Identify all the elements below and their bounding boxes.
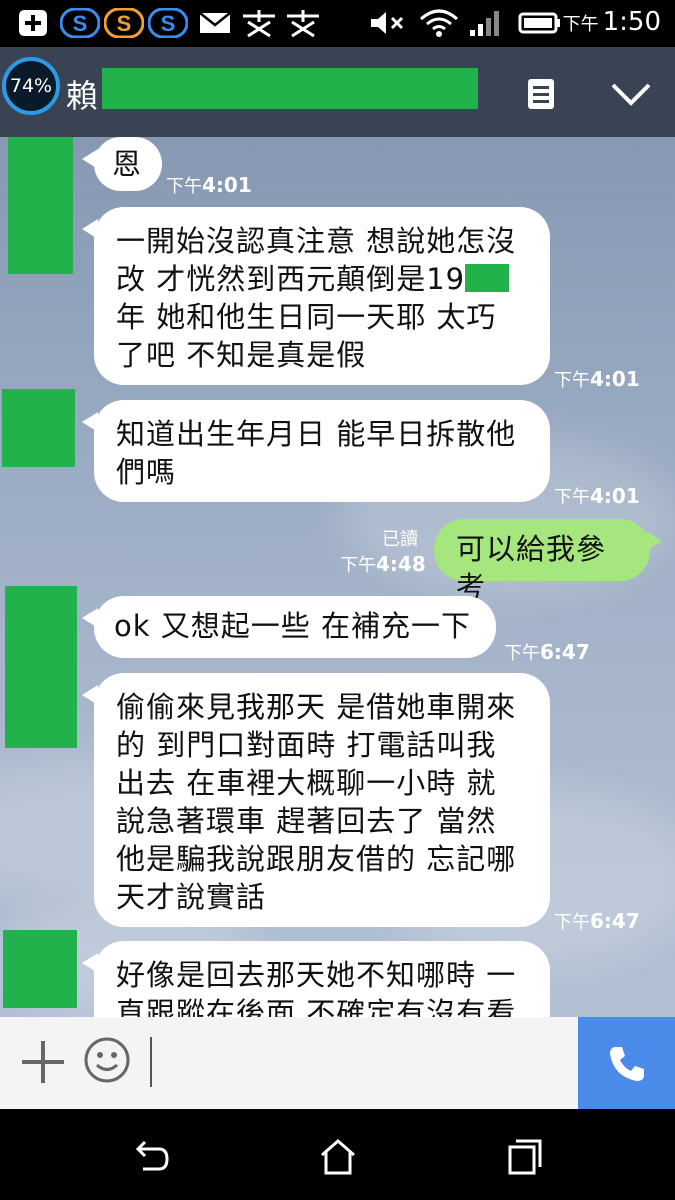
home-icon[interactable] [318,1137,358,1177]
s-app-icon: S [60,8,100,38]
message-time: 下午6:47 [504,640,590,664]
text-caret [150,1037,152,1087]
s-app-icon: S [148,8,188,38]
message-time: 下午4:48 [340,552,426,576]
message-time: 下午4:01 [554,484,640,508]
message-time: 下午4:01 [554,367,640,391]
chat-area[interactable]: 恩 下午4:01 一開始沒認真注意 想說她怎沒 改 才恍然到西元顛倒是19 年 … [0,137,675,1017]
mail-icon [199,12,231,33]
menu-icon[interactable] [526,77,556,111]
battery-widget[interactable]: 74% [2,57,60,115]
read-receipt: 已讀 [382,529,418,550]
svg-text:S: S [117,11,132,36]
s-app-icon: S [104,8,144,38]
message-time: 下午6:47 [554,909,640,933]
svg-text:S: S [73,11,88,36]
input-bar [0,1017,675,1109]
chat-header: 74% 賴 [0,47,675,137]
navigation-bar [0,1109,675,1200]
wifi-icon [420,9,458,37]
chat-app-icon [243,10,275,38]
recents-icon[interactable] [506,1137,546,1177]
message-time: 下午4:01 [166,173,252,197]
message-input[interactable] [150,1037,570,1089]
back-icon[interactable] [131,1137,171,1177]
chevron-down-icon[interactable] [610,81,652,107]
avatar[interactable] [3,930,77,1008]
plus-icon[interactable] [20,1039,66,1085]
message-bubble: 知道出生年月日 能早日拆散他 們嗎 [82,400,550,502]
chat-title: 賴 [66,77,99,115]
avatar[interactable] [2,389,75,467]
message-bubble: 好像是回去那天她不知哪時 一 直跟蹤在後面 不確定有沒有看 [82,941,550,1017]
phone-icon [610,1047,644,1081]
message-bubble: ok 又想起一些 在補充一下 [82,596,496,658]
mute-icon [371,12,404,34]
message-bubble: 一開始沒認真注意 想說她怎沒 改 才恍然到西元顛倒是19 年 她和他生日同一天耶… [82,207,550,385]
call-button[interactable] [578,1017,675,1109]
add-box-icon [19,10,47,36]
avatar[interactable] [5,586,77,748]
year-redaction [465,264,510,292]
message-bubble: 偷偷來見我那天 是借她車開來 的 到門口對面時 打電話叫我 出去 在車裡大概聊一… [82,673,550,927]
battery-icon [518,12,560,34]
status-bar: S S S 下午 1:50 [0,0,675,47]
emoji-icon[interactable] [83,1036,131,1084]
message-bubble: 恩 [82,137,162,191]
signal-icon [470,11,499,36]
name-redaction [102,68,478,109]
svg-text:S: S [161,11,176,36]
clock: 下午 1:50 [562,7,661,37]
chat-app-icon [287,10,319,38]
avatar[interactable] [8,137,73,274]
message-bubble-outgoing: 可以給我參考 [434,519,662,604]
